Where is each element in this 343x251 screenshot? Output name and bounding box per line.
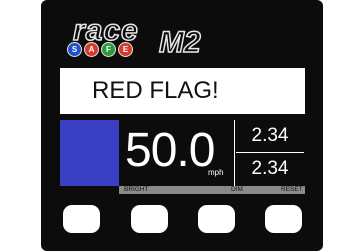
racesafe-logo: S A F E race M2 xyxy=(67,14,217,60)
button-bright[interactable] xyxy=(131,205,168,233)
speed-value: 50.0 xyxy=(125,124,215,177)
label-dim: DIM xyxy=(231,186,243,193)
speed-readout: 50.0 mph xyxy=(121,120,233,186)
flag-banner: RED FLAG! xyxy=(60,68,305,114)
button-reset[interactable] xyxy=(265,205,302,233)
label-reset: RESET xyxy=(281,186,303,193)
label-bright: BRIGHT xyxy=(124,186,149,193)
side-value-top: 2.34 xyxy=(251,125,289,146)
readout-divider-horizontal xyxy=(236,152,304,153)
button-dim[interactable] xyxy=(198,205,235,233)
speed-unit: mph xyxy=(208,168,224,177)
side-value-bottom: 2.34 xyxy=(251,158,289,179)
readout-divider-vertical xyxy=(234,120,235,186)
flag-color-indicator xyxy=(60,120,119,186)
logo-product-text: M2 xyxy=(158,26,201,59)
flag-banner-text: RED FLAG! xyxy=(92,77,219,104)
logo-brand-text: race xyxy=(72,14,139,47)
button-1[interactable] xyxy=(63,205,100,233)
